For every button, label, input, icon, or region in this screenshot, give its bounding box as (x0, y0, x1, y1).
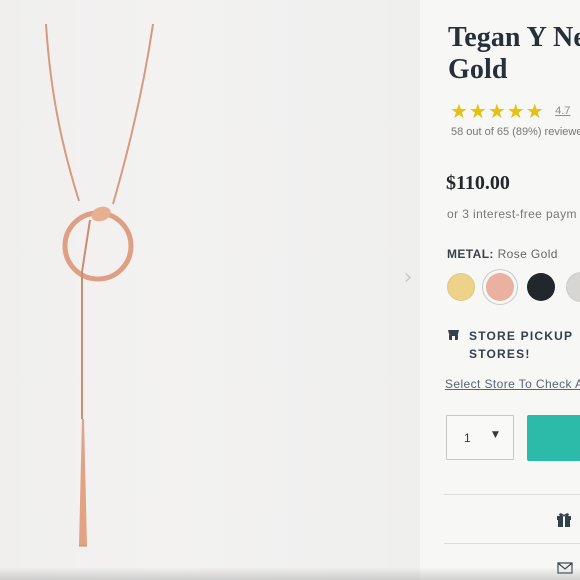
product-details-panel: Tegan Y Ne Gold ★★★★★ 4.7 58 out of 65 (… (420, 0, 580, 580)
price: $110.00 (446, 172, 510, 194)
select-store-link[interactable]: Select Store To Check A (445, 377, 580, 391)
product-title: Tegan Y Ne Gold (448, 22, 580, 86)
metal-selection-label: METAL: Rose Gold (447, 247, 558, 261)
review-summary: 58 out of 65 (89%) reviewe (451, 126, 580, 138)
black-swatch[interactable] (527, 273, 555, 301)
store-pickup-line: STORES! (469, 347, 531, 361)
installments-text: or 3 interest-free paym (447, 207, 577, 221)
gift-icon[interactable] (556, 512, 572, 528)
silver-swatch[interactable] (567, 273, 580, 301)
necklace-image (45, 23, 154, 547)
add-to-bag-button[interactable] (527, 415, 580, 461)
product-gallery: › (0, 0, 420, 580)
chevron-right-icon[interactable]: › (399, 266, 417, 290)
chevron-down-icon: ▼ (492, 430, 499, 440)
gold-swatch[interactable] (447, 273, 475, 301)
product-page-screen: › Tegan Y Ne Gold ★★★★★ 4.7 58 out of 65… (0, 0, 580, 580)
rose-gold-swatch[interactable] (486, 273, 514, 301)
quantity-select[interactable]: 1 ▼ (446, 415, 514, 460)
metal-value: Rose Gold (497, 247, 558, 261)
metal-label: METAL: (447, 247, 494, 261)
section-divider (444, 494, 580, 495)
quantity-value: 1 (464, 431, 471, 445)
rating-row: ★★★★★ 4.7 (450, 99, 580, 123)
store-pickup-message: STORE PICKUP STORES! (447, 327, 580, 369)
store-pickup-text: STORE PICKUP STORES! (469, 327, 580, 363)
product-title-line: Tegan Y Ne (448, 22, 580, 53)
store-icon (448, 330, 459, 340)
rating-link[interactable]: 4.7 (555, 105, 570, 117)
section-divider (444, 543, 580, 544)
store-pickup-line: STORE PICKUP (469, 329, 574, 343)
rating-stars-icon: ★★★★★ (450, 99, 545, 123)
product-title-line: Gold (448, 54, 508, 85)
mail-icon[interactable] (557, 562, 573, 574)
